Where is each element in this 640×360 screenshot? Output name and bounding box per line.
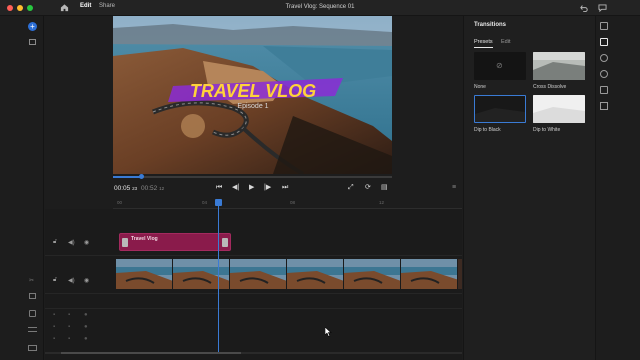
speed-panel-icon[interactable]: [600, 70, 608, 78]
title-clip[interactable]: Travel Vlog: [119, 233, 231, 251]
eye-icon[interactable]: ◉: [84, 277, 89, 284]
undo-icon[interactable]: [580, 4, 588, 12]
clip-thumbnail: [344, 259, 401, 289]
panel-title: Transitions: [474, 22, 507, 28]
lock-icon[interactable]: 🔓︎: [53, 239, 57, 246]
lock-icon[interactable]: ▪: [53, 312, 55, 318]
monitor-scrub-bar[interactable]: [113, 174, 392, 179]
transition-dip-to-white[interactable]: [533, 95, 585, 123]
playhead[interactable]: [218, 204, 219, 354]
timeline-ruler[interactable]: 00 04 08 12: [113, 197, 462, 209]
plus-icon[interactable]: +: [28, 22, 37, 31]
total-time: 00:52 12: [141, 185, 165, 192]
timeline-scrollbar[interactable]: [45, 352, 462, 354]
track-divider: [45, 308, 462, 309]
comment-icon[interactable]: [598, 4, 607, 12]
transition-none[interactable]: ⊘: [474, 52, 526, 80]
current-time: 00:05 23: [114, 185, 138, 192]
panel-switcher: [595, 16, 640, 360]
program-monitor[interactable]: TRAVEL VLOG Episode 1: [113, 16, 392, 174]
overlay-subtitle-text: Episode 1: [237, 103, 268, 110]
clip-thumbnail: [287, 259, 344, 289]
text-tool-icon[interactable]: [28, 327, 37, 332]
ruler-label: 12: [379, 200, 385, 205]
track-divider: [45, 293, 462, 294]
track-options-icon[interactable]: [28, 345, 37, 351]
transitions-panel-icon[interactable]: [600, 38, 608, 46]
trim-tool-icon[interactable]: ✂: [29, 277, 34, 284]
mic-icon[interactable]: ●: [84, 324, 88, 330]
window-title: Travel Vlog: Sequence 01: [285, 4, 355, 10]
clip-thumbnail: [116, 259, 173, 289]
transitions-panel: Transitions Presets Edit ⊘ None Cross Di…: [463, 16, 595, 360]
tab-presets[interactable]: Presets: [474, 39, 493, 45]
transform-panel-icon[interactable]: [600, 102, 608, 110]
transition-label: Dip to Black: [474, 127, 501, 133]
scrub-handle[interactable]: [138, 174, 144, 179]
left-toolbar: + ✂: [0, 16, 44, 360]
transition-label: None: [474, 84, 486, 90]
effects-panel-icon[interactable]: [600, 54, 608, 62]
track-divider: [45, 255, 462, 256]
ruler-label: 08: [290, 200, 296, 205]
active-tab-indicator: [474, 47, 493, 48]
media-icon[interactable]: [29, 39, 36, 45]
tab-edit-transition[interactable]: Edit: [501, 39, 510, 45]
speaker-icon[interactable]: ▪: [68, 336, 70, 342]
step-forward-icon[interactable]: |▶: [264, 184, 271, 192]
video-preview: TRAVEL VLOG Episode 1: [113, 16, 392, 174]
lock-icon[interactable]: ▪: [53, 324, 55, 330]
lock-icon[interactable]: 🔓︎: [53, 277, 57, 284]
title-bar: Edit Share Travel Vlog: Sequence 01: [0, 0, 640, 16]
menu-icon[interactable]: ≡: [452, 184, 456, 192]
video-clip[interactable]: [116, 259, 462, 289]
settings-bars-icon[interactable]: ▤: [381, 184, 388, 192]
mouse-cursor-icon: [325, 327, 332, 337]
go-to-start-icon[interactable]: ⏮: [216, 184, 222, 192]
overlay-title-text: TRAVEL VLOG: [190, 81, 316, 101]
transition-dip-to-black[interactable]: [474, 95, 526, 123]
eye-icon[interactable]: ◉: [84, 239, 89, 246]
ruler-label: 00: [117, 200, 123, 205]
scrub-progress: [113, 176, 141, 178]
fit-icon[interactable]: ⤢: [348, 184, 354, 192]
transition-cross-dissolve[interactable]: [533, 52, 585, 80]
play-icon[interactable]: ▶: [249, 184, 254, 192]
lock-icon[interactable]: ▪: [53, 336, 55, 342]
clip-thumbnail: [173, 259, 230, 289]
mic-icon[interactable]: ●: [84, 336, 88, 342]
delete-icon[interactable]: [29, 310, 36, 317]
timeline-scroll-thumb[interactable]: [61, 352, 241, 354]
speaker-icon[interactable]: ▪: [68, 324, 70, 330]
color-panel-icon[interactable]: [600, 86, 608, 94]
mic-icon[interactable]: ●: [84, 312, 88, 318]
speaker-icon[interactable]: ◀︎): [68, 277, 75, 284]
none-icon: ⊘: [496, 61, 503, 70]
clip-trim-handle-left[interactable]: [122, 238, 128, 247]
clip-thumbnail: [401, 259, 458, 289]
media-panel-icon[interactable]: [600, 22, 608, 30]
ruler-label: 04: [202, 200, 208, 205]
transition-label: Cross Dissolve: [533, 84, 567, 90]
go-to-end-icon[interactable]: ⏭: [282, 184, 288, 192]
step-back-icon[interactable]: ◀|: [232, 184, 239, 192]
loop-icon[interactable]: ⟳: [365, 184, 371, 192]
clip-thumbnail: [230, 259, 287, 289]
transition-label: Dip to White: [533, 127, 561, 133]
clip-trim-handle-right[interactable]: [222, 238, 228, 247]
slip-tool-icon[interactable]: [29, 293, 36, 299]
title-clip-label: Travel Vlog: [131, 236, 158, 242]
speaker-icon[interactable]: ▪: [68, 312, 70, 318]
speaker-icon[interactable]: ◀︎): [68, 239, 75, 246]
